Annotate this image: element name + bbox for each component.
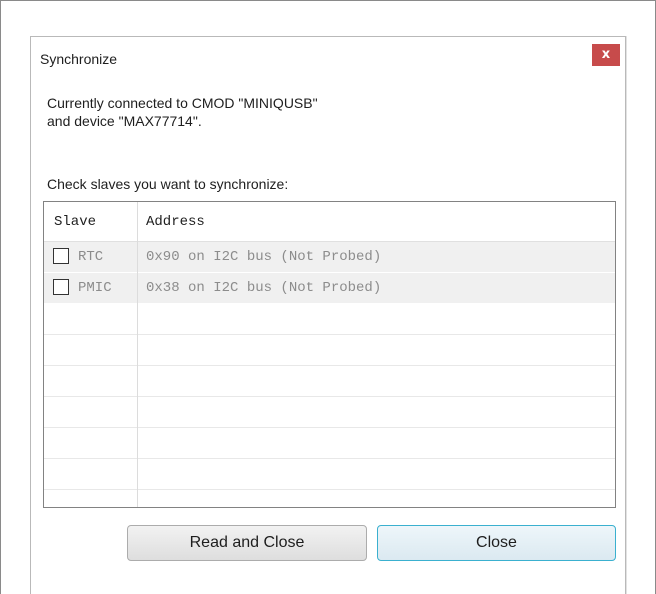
empty-row bbox=[44, 490, 615, 507]
read-and-close-button[interactable]: Read and Close bbox=[127, 525, 367, 561]
title-bar: Synchronize x bbox=[31, 37, 625, 75]
table-row-pmic[interactable]: PMIC 0x38 on I2C bus (Not Probed) bbox=[44, 273, 615, 304]
close-button[interactable]: Close bbox=[377, 525, 616, 561]
empty-row bbox=[44, 335, 615, 366]
connection-info-line-2: and device "MAX77714". bbox=[47, 113, 202, 129]
table-row-rtc[interactable]: RTC 0x90 on I2C bus (Not Probed) bbox=[44, 242, 615, 273]
slaves-prompt: Check slaves you want to synchronize: bbox=[47, 176, 289, 192]
close-icon: x bbox=[601, 47, 611, 62]
column-header-slave[interactable]: Slave bbox=[54, 214, 96, 230]
empty-row bbox=[44, 304, 615, 335]
dialog-title: Synchronize bbox=[40, 51, 118, 67]
empty-row bbox=[44, 459, 615, 490]
synchronize-dialog: Synchronize x Currently connected to CMO… bbox=[30, 36, 626, 594]
close-window-button[interactable]: x bbox=[592, 44, 620, 66]
rtc-slave-name: RTC bbox=[78, 249, 104, 265]
table-header: Slave Address bbox=[44, 202, 615, 242]
column-divider bbox=[137, 202, 138, 507]
slaves-table: Slave Address RTC 0x90 on I2C bus (Not P… bbox=[43, 201, 616, 508]
connection-info-line-1: Currently connected to CMOD "MINIQUSB" bbox=[47, 95, 318, 111]
empty-row bbox=[44, 428, 615, 459]
pmic-slave-name: PMIC bbox=[78, 280, 112, 296]
empty-row bbox=[44, 397, 615, 428]
pmic-address: 0x38 on I2C bus (Not Probed) bbox=[146, 280, 382, 296]
pmic-checkbox[interactable] bbox=[53, 279, 69, 295]
empty-row bbox=[44, 366, 615, 397]
connection-info: Currently connected to CMOD "MINIQUSB" a… bbox=[47, 94, 318, 130]
column-header-address[interactable]: Address bbox=[146, 214, 205, 230]
rtc-checkbox[interactable] bbox=[53, 248, 69, 264]
window-edge bbox=[626, 36, 627, 594]
rtc-address: 0x90 on I2C bus (Not Probed) bbox=[146, 249, 382, 265]
